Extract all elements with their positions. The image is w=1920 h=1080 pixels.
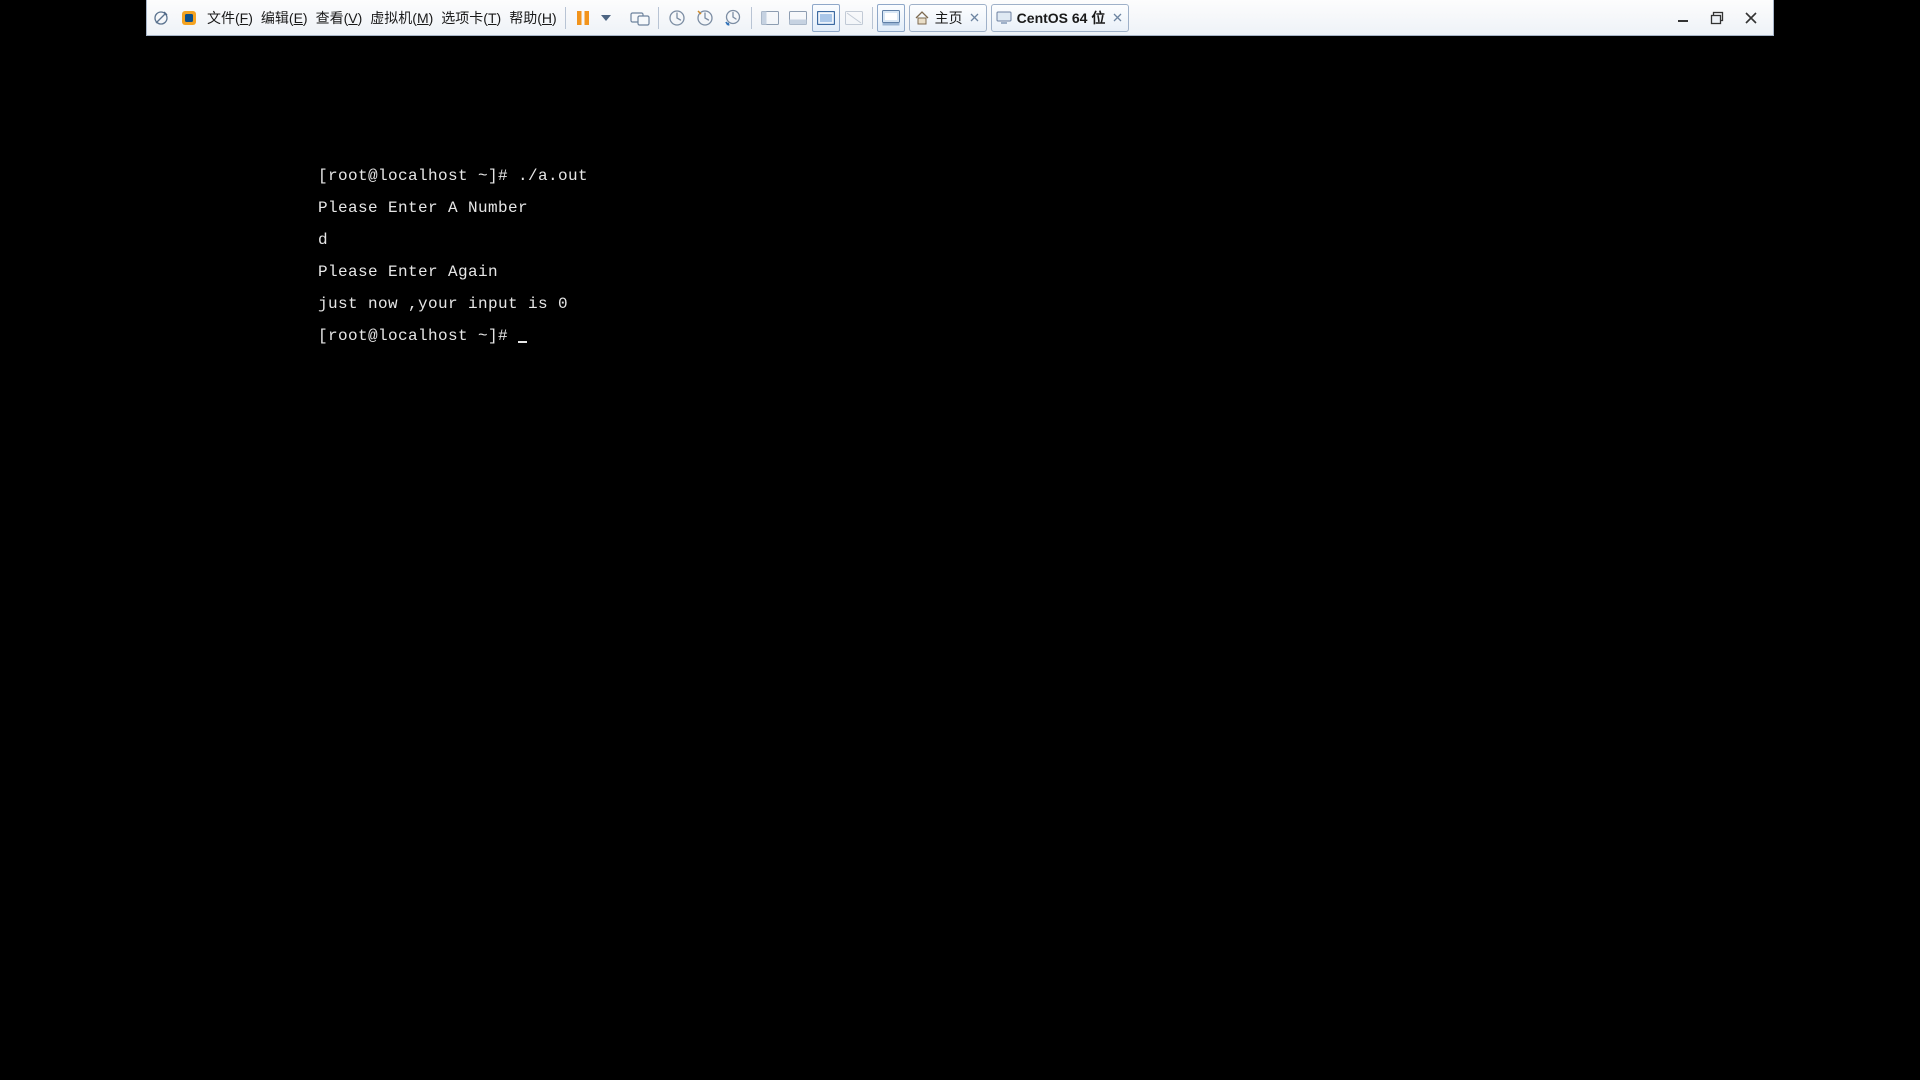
home-icon (914, 10, 930, 26)
terminal-line: [root@localhost ~]# ./a.out (318, 167, 588, 185)
tab-guest-centos[interactable]: CentOS 64 位 (991, 4, 1130, 32)
close-button[interactable] (1741, 8, 1761, 28)
menu-label: 文件( (207, 8, 240, 28)
pause-vm-button[interactable] (570, 4, 596, 32)
restore-button[interactable] (1707, 8, 1727, 28)
menu-hotkey: F (240, 10, 249, 26)
terminal-line: just now ,your input is 0 (318, 295, 568, 313)
toolbar-separator (751, 7, 752, 29)
menu-help[interactable]: 帮助(H) (505, 4, 560, 32)
tab-close-icon[interactable] (1110, 11, 1124, 25)
vmware-toolbar: 文件(F) 编辑(E) 查看(V) 虚拟机(M) 选项卡(T) 帮助(H) (146, 0, 1774, 36)
cursor-icon (518, 341, 527, 343)
tab-close-icon[interactable] (968, 11, 982, 25)
menu-tabs[interactable]: 选项卡(T) (437, 4, 505, 32)
menu-edit[interactable]: 编辑(E) (257, 4, 312, 32)
menu-file[interactable]: 文件(F) (203, 4, 257, 32)
monitor-icon (996, 10, 1012, 26)
tab-home[interactable]: 主页 (909, 4, 987, 32)
minimize-button[interactable] (1673, 8, 1693, 28)
vmware-logo-icon[interactable] (175, 4, 203, 32)
terminal-line: Please Enter Again (318, 263, 498, 281)
terminal-line: d (318, 231, 328, 249)
snapshot-take-icon[interactable] (663, 4, 691, 32)
thumbnail-bar-icon[interactable] (877, 4, 905, 32)
terminal-output[interactable]: [root@localhost ~]# ./a.out Please Enter… (318, 152, 588, 344)
quick-connect-icon[interactable] (147, 4, 175, 32)
window-controls (1673, 8, 1773, 28)
show-console-icon[interactable] (784, 4, 812, 32)
unity-icon[interactable] (840, 4, 868, 32)
tab-label: CentOS 64 位 (1017, 8, 1106, 28)
terminal-line: Please Enter A Number (318, 199, 528, 217)
toolbar-separator (565, 7, 566, 29)
toolbar-separator (658, 7, 659, 29)
terminal-prompt: [root@localhost ~]# (318, 327, 518, 345)
snapshot-manager-icon[interactable] (719, 4, 747, 32)
snapshot-revert-icon[interactable] (691, 4, 719, 32)
show-sidebar-icon[interactable] (756, 4, 784, 32)
tab-label: 主页 (935, 8, 963, 28)
toolbar-separator (872, 7, 873, 29)
menu-view[interactable]: 查看(V) (312, 4, 367, 32)
devices-icon[interactable] (626, 4, 654, 32)
menu-vm[interactable]: 虚拟机(M) (366, 4, 437, 32)
fullscreen-icon[interactable] (812, 4, 840, 32)
power-dropdown-button[interactable] (596, 4, 616, 32)
